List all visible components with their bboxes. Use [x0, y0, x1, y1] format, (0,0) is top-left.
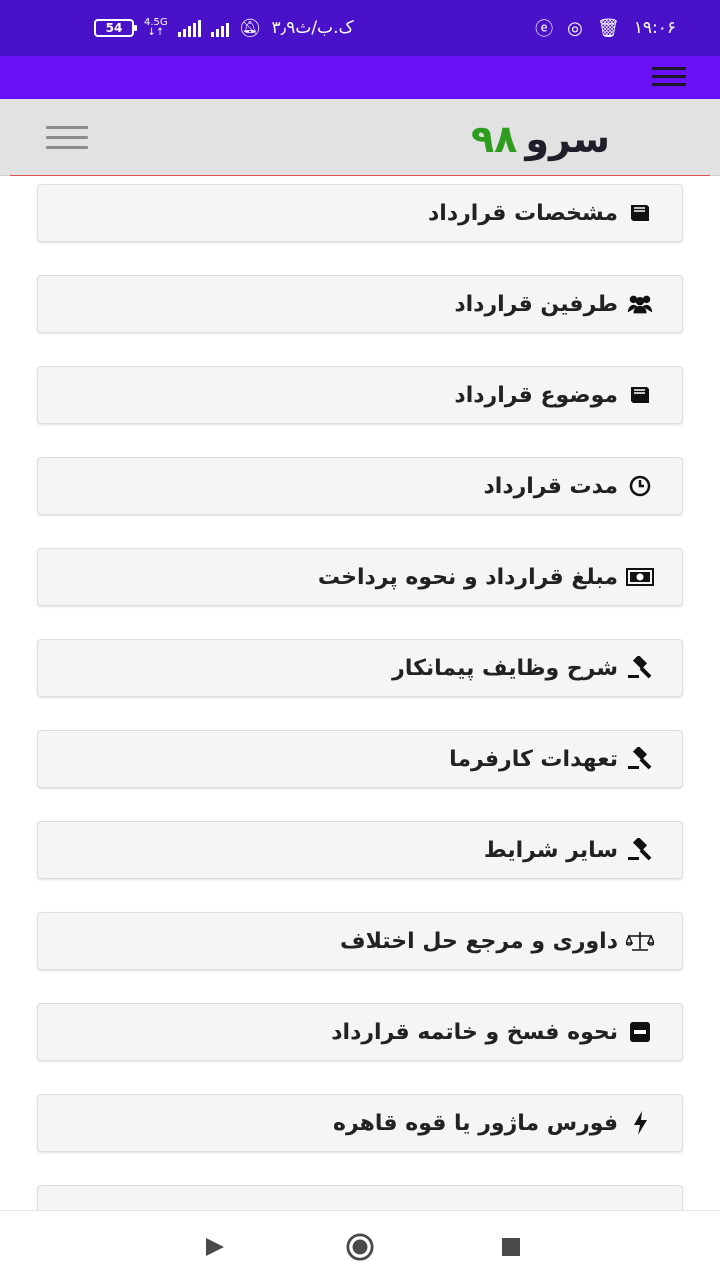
back-icon[interactable]	[200, 1233, 228, 1261]
status-time: ۱۹:۰۶	[633, 18, 676, 38]
menu-item-force-majeure[interactable]: فورس ماژور یا قوه قاهره	[37, 1094, 683, 1152]
bell-muted-icon: 🔕︎	[238, 17, 262, 39]
home-icon[interactable]	[346, 1233, 374, 1261]
menu-item-label: داوری و مرجع حل اختلاف	[340, 928, 618, 954]
menu-item-parties[interactable]: طرفین قرارداد	[37, 275, 683, 333]
menu-item-label: شرح وظایف پیمانکار	[392, 655, 618, 681]
instagram-icon: ◎	[567, 17, 583, 39]
bolt-icon	[626, 1109, 654, 1137]
brand-logo[interactable]: سرو۹۸	[471, 117, 610, 161]
trash-icon: 🗑︎	[596, 17, 620, 39]
menu-item-label: سایر شرایط	[483, 837, 618, 863]
menu-item-duration[interactable]: مدت قرارداد	[37, 457, 683, 515]
menu-item-label: مشخصات قرارداد	[428, 200, 618, 226]
menu-item-contract-specs[interactable]: مشخصات قرارداد	[37, 184, 683, 242]
gavel-icon	[626, 836, 654, 864]
network-speed: ۳٫۹ک.ب/ث	[271, 18, 354, 38]
menu-item-subject[interactable]: موضوع قرارداد	[37, 366, 683, 424]
status-left: 54 4.5G ↓↑ 🔕︎ ۳٫۹ک.ب/ث	[94, 0, 354, 56]
status-bar: 54 4.5G ↓↑ 🔕︎ ۳٫۹ک.ب/ث ⓔ ◎ 🗑︎ ۱۹:۰۶	[0, 0, 720, 56]
gavel-icon	[626, 654, 654, 682]
book-icon	[626, 381, 654, 409]
menu-item-label: تعهدات کارفرما	[449, 746, 618, 772]
clock-icon	[626, 472, 654, 500]
battery-icon: 54	[94, 19, 137, 37]
gavel-icon	[626, 745, 654, 773]
battery-level: 54	[105, 21, 123, 35]
signal-icon-2	[210, 19, 229, 37]
scale-icon	[626, 927, 654, 955]
menu-item-contractor-duties[interactable]: شرح وظایف پیمانکار	[37, 639, 683, 697]
menu-item-label: مبلغ قرارداد و نحوه پرداخت	[317, 564, 618, 590]
menu-item-label: طرفین قرارداد	[454, 291, 618, 317]
menu-item-label: موضوع قرارداد	[454, 382, 618, 408]
menu-item-termination[interactable]: نحوه فسخ و خاتمه قرارداد	[37, 1003, 683, 1061]
header-menu-icon[interactable]	[46, 126, 88, 150]
header-divider	[10, 175, 710, 176]
site-header: سرو۹۸	[0, 99, 720, 176]
menu-item-amount-payment[interactable]: مبلغ قرارداد و نحوه پرداخت	[37, 548, 683, 606]
menu-item-label: نحوه فسخ و خاتمه قرارداد	[331, 1019, 618, 1045]
menu-item-employer-obligations[interactable]: تعهدات کارفرما	[37, 730, 683, 788]
signal-icon	[177, 19, 201, 37]
system-nav-bar	[0, 1210, 720, 1281]
brand-number: ۹۸	[470, 117, 518, 161]
brand-word: سرو	[525, 117, 610, 161]
users-icon	[626, 290, 654, 318]
status-right: ⓔ ◎ 🗑︎ ۱۹:۰۶	[535, 0, 676, 56]
e-app-icon: ⓔ	[535, 19, 554, 40]
recent-apps-icon[interactable]	[497, 1233, 525, 1261]
menu-item-arbitration[interactable]: داوری و مرجع حل اختلاف	[37, 912, 683, 970]
book-icon	[626, 199, 654, 227]
minus-square-icon	[626, 1018, 654, 1046]
app-bar	[0, 56, 720, 99]
menu-item-other-terms[interactable]: سایر شرایط	[37, 821, 683, 879]
money-icon	[626, 563, 654, 591]
menu-icon[interactable]	[652, 67, 686, 87]
menu-item-label: مدت قرارداد	[483, 473, 618, 499]
menu-item-label: فورس ماژور یا قوه قاهره	[332, 1110, 618, 1136]
network-type: 4.5G ↓↑	[144, 17, 168, 38]
